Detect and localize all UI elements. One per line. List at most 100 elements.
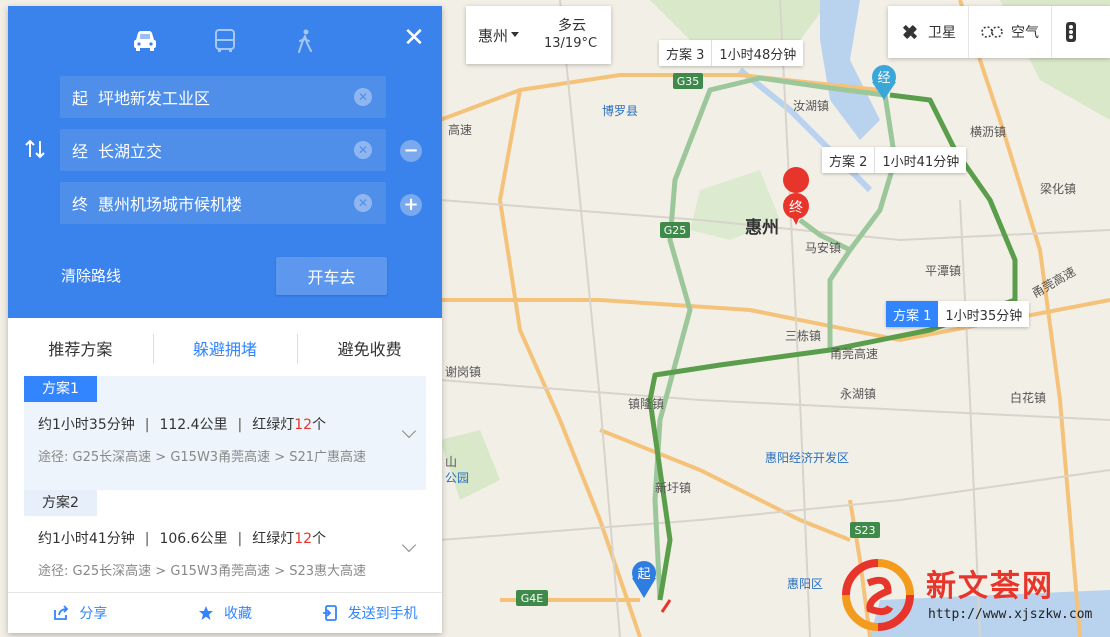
favorite-button[interactable]: 收藏 <box>153 593 298 632</box>
route-tag-name: 方案 3 <box>659 40 713 66</box>
clear-route-link[interactable]: 清除路线 <box>61 265 121 286</box>
plan-time: 约1小时35分钟 <box>38 417 135 433</box>
car-icon[interactable] <box>130 26 160 56</box>
drive-go-button[interactable]: 开车去 <box>276 257 387 295</box>
route-tag-plan1[interactable]: 方案 1 1小时35分钟 <box>886 301 1030 327</box>
watermark-url: http://www.xjszkw.com <box>928 607 1093 622</box>
plan-distance: 112.4公里 <box>159 417 228 433</box>
plan-path-road: G15W3甬莞高速 <box>170 450 271 465</box>
start-field[interactable]: 起 坪地新发工业区 ✕ <box>60 76 386 118</box>
plan-summary: 约1小时35分钟 | 112.4公里 | 红绿灯12个 <box>38 417 327 433</box>
plan-distance: 106.6公里 <box>159 531 228 547</box>
svg-text:S23: S23 <box>855 524 876 537</box>
air-label: 空气 <box>1011 25 1039 41</box>
route-tag-time: 1小时48分钟 <box>712 40 804 66</box>
plan-badge: 方案1 <box>24 376 97 402</box>
remove-via-button[interactable]: − <box>400 140 422 162</box>
route-panel: ✕ 起 坪地新发工业区 ✕ 经 长湖立交 ✕ − 终 惠州机场城市候机楼 ✕ +… <box>8 6 442 633</box>
plan-path: 途径: G25长深高速 > G15W3甬莞高速 > S23惠大高速 <box>38 564 367 579</box>
place-label: 永湖镇 <box>840 386 876 401</box>
action-bar: 分享 收藏 发送到手机 <box>8 592 442 632</box>
place-label: 惠阳经济开发区 <box>765 450 849 465</box>
end-prefix: 终 <box>72 195 89 214</box>
road-shield-g35: G35 <box>673 73 703 89</box>
add-via-button[interactable]: + <box>400 194 422 216</box>
route-tag-time: 1小时35分钟 <box>938 301 1030 327</box>
plan-path-road: G25长深高速 <box>72 564 152 579</box>
weather-temperature: 13/19°C <box>544 36 598 51</box>
clear-icon[interactable]: ✕ <box>354 88 372 106</box>
place-label: 公园 <box>445 471 469 485</box>
place-label: 横沥镇 <box>970 125 1006 139</box>
plan-time: 约1小时41分钟 <box>38 531 135 547</box>
via-field[interactable]: 经 长湖立交 ✕ <box>60 129 386 171</box>
via-prefix: 经 <box>72 142 89 161</box>
place-label: 镇隆镇 <box>628 396 664 411</box>
share-icon <box>53 604 69 621</box>
clear-icon[interactable]: ✕ <box>354 194 372 212</box>
place-label: 山 <box>445 455 457 469</box>
place-label: 三栋镇 <box>785 328 821 343</box>
tab-recommended[interactable]: 推荐方案 <box>8 328 153 368</box>
strategy-tabs: 推荐方案 躲避拥堵 避免收费 <box>8 328 442 368</box>
satellite-icon <box>900 22 920 42</box>
swap-icon[interactable] <box>24 138 46 160</box>
weather-widget[interactable]: 惠州 多云 13/19°C <box>466 6 611 64</box>
plan-lights-count: 12 <box>294 417 313 433</box>
end-field[interactable]: 终 惠州机场城市候机楼 ✕ <box>60 182 386 224</box>
end-value[interactable]: 惠州机场城市候机楼 <box>98 191 242 215</box>
via-value[interactable]: 长湖立交 <box>98 138 162 162</box>
plan-path-road: G15W3甬莞高速 <box>170 564 271 579</box>
satellite-button[interactable]: 卫星 <box>888 6 968 58</box>
place-label: 汝湖镇 <box>793 98 829 113</box>
satellite-label: 卫星 <box>928 25 956 41</box>
share-button[interactable]: 分享 <box>8 593 153 632</box>
svg-text:G4E: G4E <box>521 592 544 605</box>
tab-avoid-toll[interactable]: 避免收费 <box>297 328 442 368</box>
route-tag-plan2[interactable]: 方案 2 1小时41分钟 <box>822 147 967 173</box>
road-label: 高速 <box>448 122 472 137</box>
clear-icon[interactable]: ✕ <box>354 141 372 159</box>
plan-lights-suffix: 个 <box>312 531 327 547</box>
plan-path: 途径: G25长深高速 > G15W3甬莞高速 > S21广惠高速 <box>38 450 367 465</box>
bus-icon[interactable] <box>210 26 240 56</box>
route-tag-plan3[interactable]: 方案 3 1小时48分钟 <box>659 40 804 66</box>
plan-summary: 约1小时41分钟 | 106.6公里 | 红绿灯12个 <box>38 531 327 547</box>
plan-path-label: 途径: <box>38 564 69 579</box>
route-tag-name: 方案 2 <box>822 147 876 173</box>
svg-text:G35: G35 <box>677 75 700 88</box>
road-shield-g25: G25 <box>660 222 690 238</box>
weather-city[interactable]: 惠州 <box>478 25 508 46</box>
walk-icon[interactable] <box>290 26 320 56</box>
place-label: 谢岗镇 <box>445 364 481 379</box>
city-label: 惠州 <box>745 217 779 238</box>
plan-card-1[interactable]: 方案1 约1小时35分钟 | 112.4公里 | 红绿灯12个 途径: G25长深高速 … <box>24 376 426 490</box>
chevron-down-icon[interactable] <box>511 32 519 37</box>
place-label: 惠阳区 <box>787 577 823 591</box>
svg-text:终: 终 <box>789 200 803 216</box>
svg-text:经: 经 <box>877 71 890 86</box>
watermark-text: 新文荟网 <box>926 569 1054 604</box>
close-icon[interactable]: ✕ <box>402 25 426 51</box>
place-label: 新圩镇 <box>655 480 691 495</box>
air-quality-button[interactable]: 空气 <box>968 6 1051 58</box>
traffic-button[interactable] <box>1051 6 1098 58</box>
send-to-phone-button[interactable]: 发送到手机 <box>297 593 442 632</box>
plan-path-road: S21广惠高速 <box>289 450 367 465</box>
plan-lights-label: 红绿灯 <box>252 531 295 547</box>
start-value[interactable]: 坪地新发工业区 <box>98 85 210 109</box>
route-tag-name: 方案 1 <box>886 301 939 327</box>
send-to-phone-label: 发送到手机 <box>347 605 418 622</box>
star-icon <box>198 605 214 621</box>
plan-path-road: S23惠大高速 <box>289 564 367 579</box>
weather-condition: 多云 <box>558 18 586 34</box>
route-panel-header: ✕ 起 坪地新发工业区 ✕ 经 长湖立交 ✕ − 终 惠州机场城市候机楼 ✕ +… <box>8 6 442 318</box>
plan-card-2[interactable]: 方案2 约1小时41分钟 | 106.6公里 | 红绿灯12个 途径: G25长深高速 … <box>24 490 426 592</box>
svg-text:G25: G25 <box>664 224 687 237</box>
tab-avoid-congestion[interactable]: 躲避拥堵 <box>152 328 298 368</box>
air-icon <box>981 24 1003 40</box>
traffic-light-icon <box>1064 21 1078 43</box>
place-label: 梁化镇 <box>1040 181 1076 196</box>
place-label: 博罗县 <box>602 103 638 118</box>
place-label: 白花镇 <box>1010 390 1046 405</box>
